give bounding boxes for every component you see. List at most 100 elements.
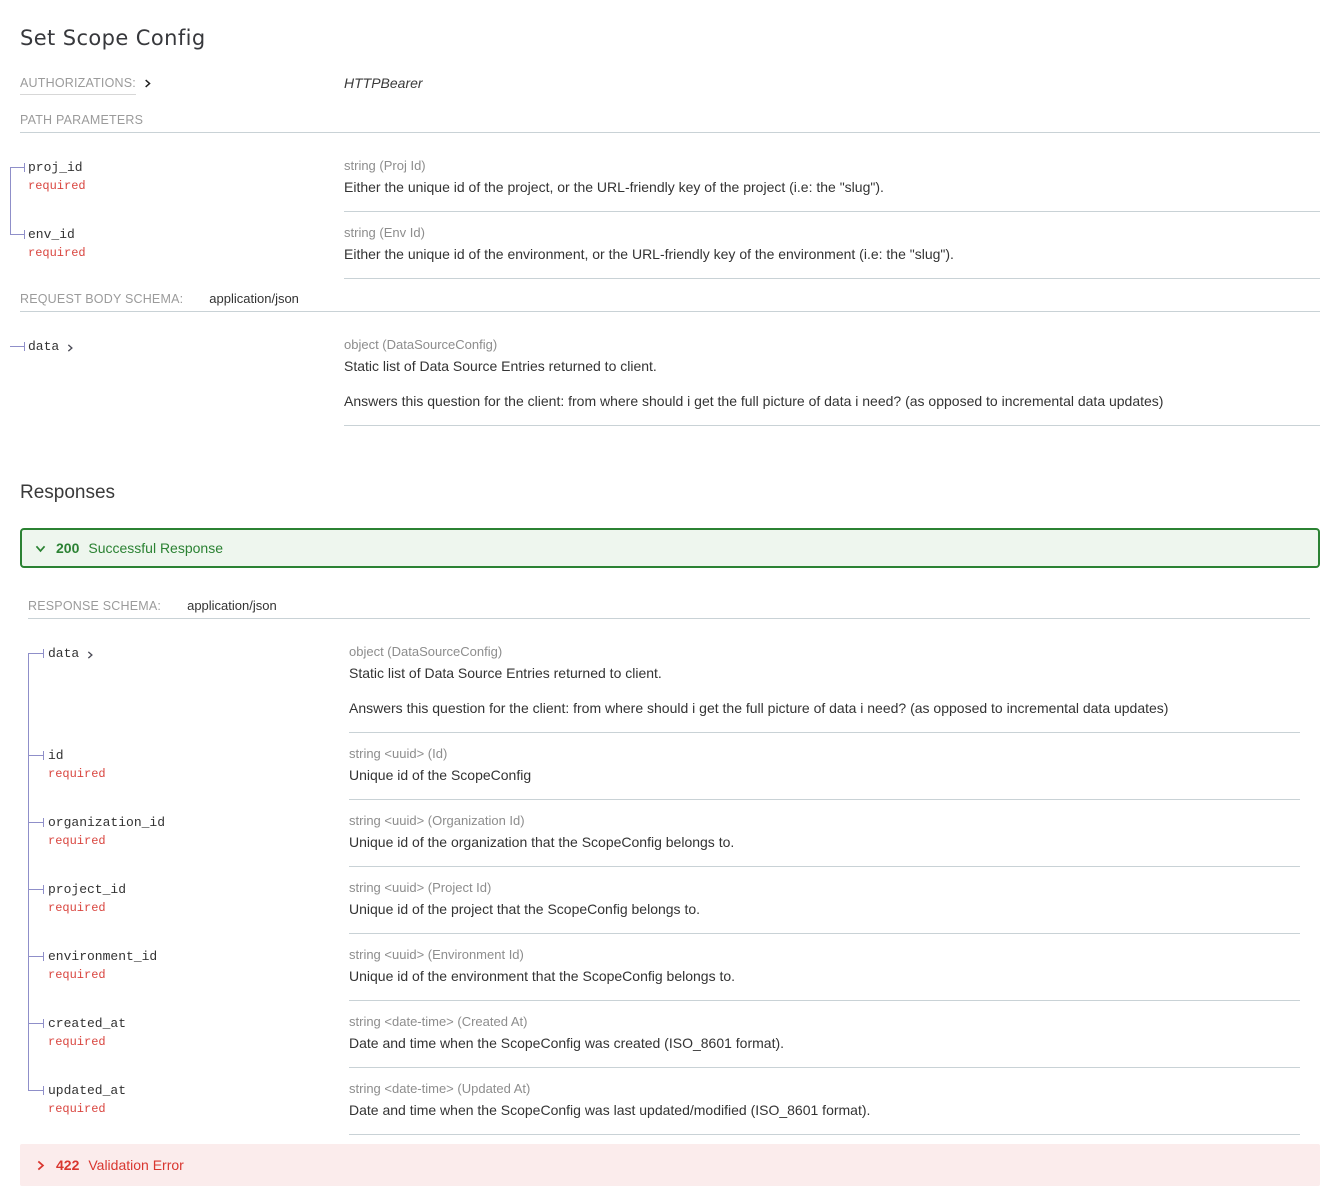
field-name: organization_id: [48, 814, 165, 832]
field-name: updated_at: [48, 1082, 126, 1100]
field-description: Answers this question for the client: fr…: [349, 699, 1300, 718]
field-type: string (Env Id): [344, 225, 1320, 241]
field-row: id required string <uuid> (Id) Unique id of…: [28, 733, 1300, 800]
field-name-cell: created_atrequired: [28, 1001, 349, 1068]
required-badge: required: [48, 901, 339, 916]
field-name: id: [48, 747, 64, 765]
field-description-cell: string <date-time> (Updated At) Date and …: [349, 1068, 1300, 1135]
field-name-cell: updated_at required: [28, 1068, 349, 1135]
field-row: environment_id required string <uuid> (Env…: [28, 934, 1300, 1001]
response-schema-label: RESPONSE SCHEMA:: [28, 599, 161, 613]
response-200-label: Successful Response: [88, 540, 223, 556]
response-content-type: application/json: [187, 598, 277, 613]
field-name-cell: env_id required: [10, 212, 344, 279]
api-operation-page: Set Scope Config AUTHORIZATIONS: HTTPBea…: [0, 0, 1329, 1186]
field-type: object (DataSourceConfig): [349, 644, 1300, 660]
request-body-table: data object (DataSourceConfig) Static list…: [10, 324, 1320, 426]
response-schema-row: RESPONSE SCHEMA: application/json: [28, 598, 1310, 613]
field-name-cell: organization_id required: [28, 800, 349, 867]
field-name-cell: data: [28, 631, 349, 733]
field-type: string <date-time> (Created At): [349, 1014, 1300, 1030]
field-type: string <uuid> (Environment Id): [349, 947, 1300, 963]
field-name[interactable]: data: [28, 338, 75, 356]
field-name[interactable]: data: [48, 645, 95, 663]
field-description: Date and time when the ScopeConfig was c…: [349, 1034, 1300, 1053]
field-row: proj_id required string (Proj Id) Either th…: [10, 145, 1320, 212]
field-description-cell: object (DataSourceConfig) Static list of …: [349, 631, 1300, 733]
field-row: updated_at required string <date-time> (Up…: [28, 1068, 1300, 1135]
response-422-toggle[interactable]: 422 Validation Error: [20, 1144, 1320, 1186]
field-row: created_atrequiredstring <date-time> (Cr…: [28, 1001, 1300, 1068]
field-type: string <uuid> (Organization Id): [349, 813, 1300, 829]
field-row: data object (DataSourceConfig) Static list…: [28, 631, 1300, 733]
field-row: data object (DataSourceConfig) Static list…: [10, 324, 1320, 426]
field-name: project_id: [48, 881, 126, 899]
path-parameters-label: PATH PARAMETERS: [20, 113, 1320, 127]
response-422-code: 422: [56, 1157, 79, 1173]
field-description: Either the unique id of the environment,…: [344, 245, 1320, 264]
field-description-cell: string (Proj Id) Either the unique id of …: [344, 145, 1320, 212]
authorizations-label[interactable]: AUTHORIZATIONS:: [20, 76, 136, 95]
chevron-right-icon[interactable]: [142, 78, 153, 89]
field-type: object (DataSourceConfig): [344, 337, 1320, 353]
field-description-cell: string (Env Id) Either the unique id of t…: [344, 212, 1320, 279]
field-description: Static list of Data Source Entries retur…: [349, 664, 1300, 683]
field-type: string <date-time> (Updated At): [349, 1081, 1300, 1097]
response-schema-table: data object (DataSourceConfig) Static list…: [28, 631, 1300, 1135]
chevron-down-icon: [34, 542, 47, 555]
field-description: Answers this question for the client: fr…: [344, 392, 1320, 411]
page-title: Set Scope Config: [20, 26, 1320, 50]
field-description: Static list of Data Source Entries retur…: [344, 357, 1320, 376]
field-description-cell: object (DataSourceConfig) Static list of …: [344, 324, 1320, 426]
required-badge: required: [48, 767, 339, 782]
chevron-right-icon: [85, 650, 95, 660]
path-parameters-table: proj_id required string (Proj Id) Either th…: [10, 145, 1320, 279]
field-name-cell: id required: [28, 733, 349, 800]
required-badge: required: [28, 179, 334, 194]
chevron-right-icon: [65, 343, 75, 353]
request-body-schema-row: REQUEST BODY SCHEMA: application/json: [20, 291, 1320, 306]
field-name-cell: project_id required: [28, 867, 349, 934]
field-name: proj_id: [28, 159, 83, 177]
field-type: string (Proj Id): [344, 158, 1320, 174]
field-description: Unique id of the ScopeConfig: [349, 766, 1300, 785]
section-divider: [20, 132, 1320, 133]
field-type: string <uuid> (Id): [349, 746, 1300, 762]
authorizations-row: AUTHORIZATIONS: HTTPBearer: [20, 75, 1320, 95]
field-name-cell: data: [10, 324, 344, 426]
chevron-right-icon: [34, 1159, 47, 1172]
field-description-cell: string <uuid> (Organization Id) Unique id…: [349, 800, 1300, 867]
required-badge: required: [48, 1102, 339, 1117]
field-description: Date and time when the ScopeConfig was l…: [349, 1101, 1300, 1120]
field-description: Unique id of the organization that the S…: [349, 833, 1300, 852]
section-divider: [28, 618, 1310, 619]
field-description-cell: string <uuid> (Environment Id) Unique id …: [349, 934, 1300, 1001]
field-type: string <uuid> (Project Id): [349, 880, 1300, 896]
request-body-schema-label: REQUEST BODY SCHEMA:: [20, 292, 183, 306]
required-badge: required: [48, 834, 339, 849]
field-name: created_at: [48, 1015, 126, 1033]
field-name-cell: environment_id required: [28, 934, 349, 1001]
field-row: env_id required string (Env Id) Either the …: [10, 212, 1320, 279]
field-name: environment_id: [48, 948, 157, 966]
field-description: Unique id of the project that the ScopeC…: [349, 900, 1300, 919]
auth-scheme-value: HTTPBearer: [344, 75, 423, 91]
field-description-cell: string <uuid> (Id) Unique id of the Scope…: [349, 733, 1300, 800]
field-name-cell: proj_id required: [10, 145, 344, 212]
field-description-cell: string <date-time> (Created At) Date and …: [349, 1001, 1300, 1068]
field-row: project_id required string <uuid> (Project…: [28, 867, 1300, 934]
field-row: organization_id required string <uuid> (Or…: [28, 800, 1300, 867]
required-badge: required: [28, 246, 334, 261]
response-200-toggle[interactable]: 200 Successful Response: [20, 528, 1320, 568]
required-badge: required: [48, 968, 339, 983]
field-name: env_id: [28, 226, 75, 244]
response-200-panel: RESPONSE SCHEMA: application/json data ob…: [28, 598, 1310, 1135]
response-422-label: Validation Error: [88, 1157, 183, 1173]
responses-heading: Responses: [20, 482, 1320, 504]
field-description: Unique id of the environment that the Sc…: [349, 967, 1300, 986]
response-200-code: 200: [56, 540, 79, 556]
section-divider: [20, 311, 1320, 312]
request-content-type: application/json: [209, 291, 299, 306]
field-description: Either the unique id of the project, or …: [344, 178, 1320, 197]
field-description-cell: string <uuid> (Project Id) Unique id of t…: [349, 867, 1300, 934]
